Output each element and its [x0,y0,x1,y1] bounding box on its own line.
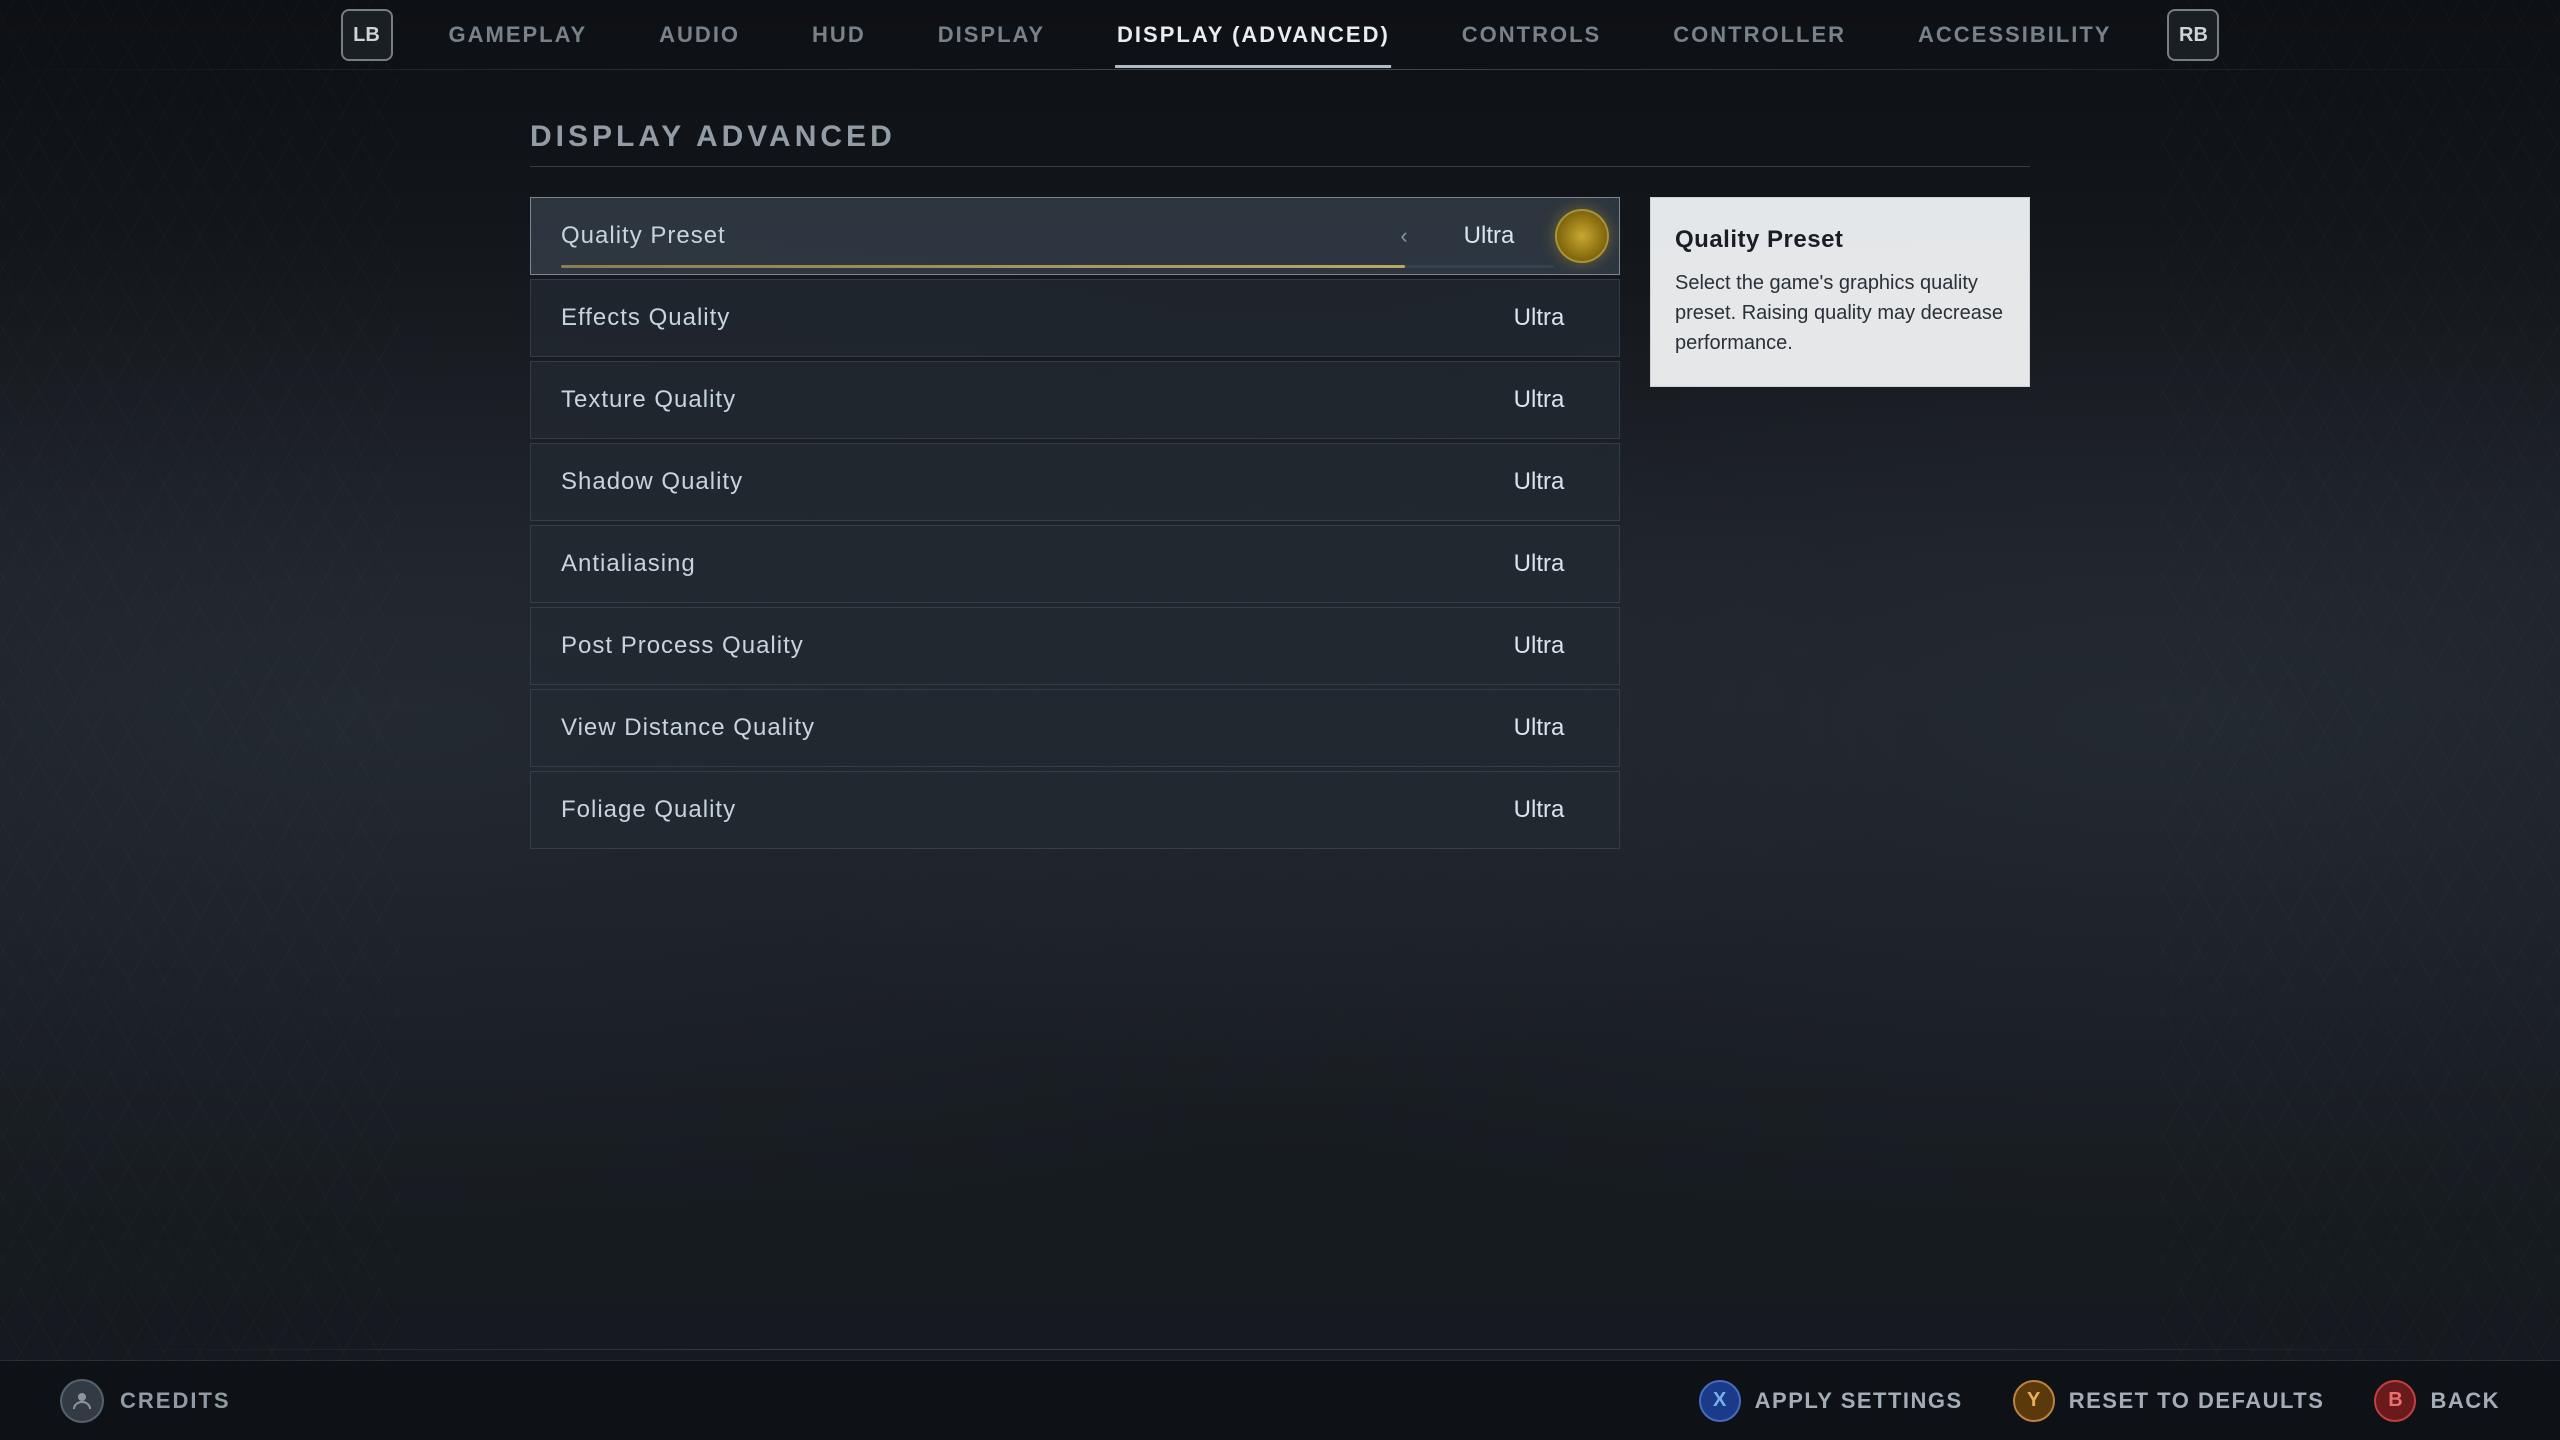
bottom-action-back[interactable]: B BACK [2374,1380,2500,1422]
setting-value-container-effects-quality: Ultra [1489,304,1589,332]
setting-value-container-shadow-quality: Ultra [1489,468,1589,496]
nav-tabs: GAMEPLAY AUDIO HUD DISPLAY DISPLAY (ADVA… [413,2,2148,68]
main-content: DISPLAY ADVANCED Quality Preset ‹ Ultra … [530,120,2030,853]
page-title: DISPLAY ADVANCED [530,120,2030,167]
rb-button[interactable]: RB [2167,9,2219,61]
setting-value-container-foliage-quality: Ultra [1489,796,1589,824]
tab-hud[interactable]: HUD [776,2,902,68]
tab-controls[interactable]: CONTROLS [1426,2,1637,68]
setting-value-container-antialiasing: Ultra [1489,550,1589,578]
y-button: Y [2013,1380,2055,1422]
info-panel: Quality Preset Select the game's graphic… [1650,197,2030,387]
bottom-bar: CREDITS X APPLY SETTINGS Y RESET TO DEFA… [0,1360,2560,1440]
setting-name-texture-quality: Texture Quality [561,386,736,414]
setting-value-texture-quality: Ultra [1489,386,1589,414]
confirm-circle [1555,209,1609,263]
tab-controller[interactable]: CONTROLLER [1637,2,1882,68]
bottom-left: CREDITS [60,1379,231,1423]
reset-defaults-label: RESET TO DEFAULTS [2069,1388,2325,1414]
setting-value-view-distance-quality: Ultra [1489,714,1589,742]
setting-row-view-distance-quality[interactable]: View Distance Quality Ultra [530,689,1620,767]
setting-row-texture-quality[interactable]: Texture Quality Ultra [530,361,1620,439]
hex-pattern-right [2160,0,2560,1440]
setting-row-foliage-quality[interactable]: Foliage Quality Ultra [530,771,1620,849]
slider-fill [561,265,1405,268]
setting-value-effects-quality: Ultra [1489,304,1589,332]
setting-name-post-process-quality: Post Process Quality [561,632,804,660]
setting-name-quality-preset: Quality Preset [561,222,726,250]
setting-row-shadow-quality[interactable]: Shadow Quality Ultra [530,443,1620,521]
bottom-action-reset[interactable]: Y RESET TO DEFAULTS [2013,1380,2325,1422]
setting-value-container-post-process-quality: Ultra [1489,632,1589,660]
info-panel-title: Quality Preset [1675,226,2005,254]
apply-settings-label: APPLY SETTINGS [1755,1388,1963,1414]
arrow-left-quality-preset[interactable]: ‹ [1389,223,1419,249]
tab-display-advanced[interactable]: DISPLAY (ADVANCED) [1081,2,1426,68]
bottom-action-apply[interactable]: X APPLY SETTINGS [1699,1380,1963,1422]
slider-indicator [561,265,1554,268]
setting-row-effects-quality[interactable]: Effects Quality Ultra [530,279,1620,357]
setting-name-effects-quality: Effects Quality [561,304,730,332]
setting-value-foliage-quality: Ultra [1489,796,1589,824]
setting-name-foliage-quality: Foliage Quality [561,796,736,824]
setting-value-post-process-quality: Ultra [1489,632,1589,660]
setting-name-shadow-quality: Shadow Quality [561,468,743,496]
settings-container: Quality Preset ‹ Ultra › Effects Quality… [530,197,2030,853]
b-button: B [2374,1380,2416,1422]
setting-value-container-texture-quality: Ultra [1489,386,1589,414]
credits-label[interactable]: CREDITS [120,1388,231,1414]
tab-gameplay[interactable]: GAMEPLAY [413,2,624,68]
info-panel-description: Select the game's graphics quality prese… [1675,268,2005,358]
person-icon [70,1389,94,1413]
setting-name-view-distance-quality: View Distance Quality [561,714,815,742]
setting-row-quality-preset[interactable]: Quality Preset ‹ Ultra › [530,197,1620,275]
credits-icon [60,1379,104,1423]
top-navigation: LB GAMEPLAY AUDIO HUD DISPLAY DISPLAY (A… [0,0,2560,70]
setting-name-antialiasing: Antialiasing [561,550,696,578]
lb-button[interactable]: LB [341,9,393,61]
back-label: BACK [2430,1388,2500,1414]
tab-display[interactable]: DISPLAY [902,2,1081,68]
hex-pattern-left [0,0,400,1440]
setting-value-antialiasing: Ultra [1489,550,1589,578]
setting-row-antialiasing[interactable]: Antialiasing Ultra [530,525,1620,603]
nav-bottom-line [0,69,2560,70]
bottom-right: X APPLY SETTINGS Y RESET TO DEFAULTS B B… [1699,1380,2500,1422]
decorative-line [0,1349,2560,1350]
tab-accessibility[interactable]: ACCESSIBILITY [1882,2,2147,68]
setting-value-shadow-quality: Ultra [1489,468,1589,496]
settings-list: Quality Preset ‹ Ultra › Effects Quality… [530,197,1620,853]
setting-value-container-view-distance-quality: Ultra [1489,714,1589,742]
tab-audio[interactable]: AUDIO [623,2,776,68]
setting-value-quality-preset: Ultra [1439,222,1539,250]
setting-row-post-process-quality[interactable]: Post Process Quality Ultra [530,607,1620,685]
x-button: X [1699,1380,1741,1422]
